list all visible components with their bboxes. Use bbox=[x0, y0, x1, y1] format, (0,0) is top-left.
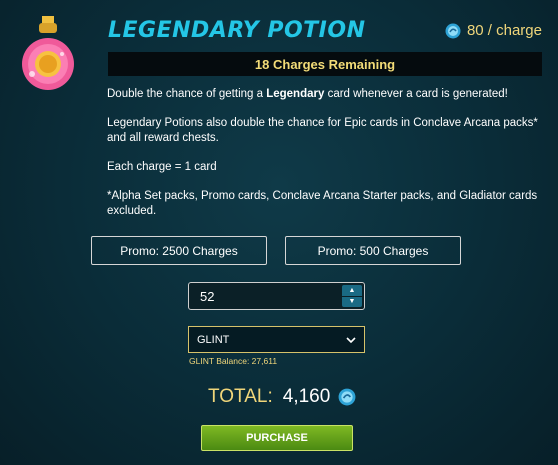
dec-coin-icon bbox=[338, 388, 356, 406]
promo-2500-button[interactable]: Promo: 2500 Charges bbox=[91, 236, 267, 265]
promo-500-button[interactable]: Promo: 500 Charges bbox=[285, 236, 461, 265]
total-label: TOTAL: bbox=[208, 386, 273, 407]
charges-remaining-banner: 18 Charges Remaining bbox=[108, 52, 542, 76]
currency-balance: GLINT Balance: 27,611 bbox=[189, 356, 278, 366]
desc-text: card whenever a card is generated! bbox=[324, 88, 508, 100]
description-line-2: Legendary Potions also double the chance… bbox=[107, 117, 538, 144]
dec-coin-icon bbox=[445, 23, 461, 39]
potion-icon bbox=[18, 16, 78, 94]
total: TOTAL: 4,160 bbox=[208, 386, 356, 408]
stepper-down-icon[interactable]: ▼ bbox=[342, 297, 362, 308]
description: Double the chance of getting a Legendary… bbox=[107, 87, 547, 233]
quantity-stepper[interactable]: ▲ ▼ bbox=[342, 285, 362, 307]
currency-select[interactable]: GLINT bbox=[188, 326, 365, 353]
chevron-down-icon bbox=[346, 335, 356, 344]
purchase-button[interactable]: PURCHASE bbox=[201, 425, 353, 451]
description-line-4: *Alpha Set packs, Promo cards, Conclave … bbox=[107, 190, 538, 217]
currency-selected: GLINT bbox=[197, 333, 230, 346]
stepper-up-icon[interactable]: ▲ bbox=[342, 285, 362, 297]
desc-text: Double the chance of getting a bbox=[107, 88, 267, 100]
description-line-3: Each charge = 1 card bbox=[107, 161, 217, 173]
quantity-value: 52 bbox=[200, 289, 215, 304]
page-title: LEGENDARY POTION bbox=[108, 18, 366, 43]
desc-bold: Legendary bbox=[266, 88, 325, 100]
price-text: 80 / charge bbox=[466, 22, 542, 39]
description-line-1: Double the chance of getting a Legendary… bbox=[107, 87, 547, 102]
quantity-input[interactable]: 52 ▲ ▼ bbox=[188, 282, 365, 310]
total-value: 4,160 bbox=[282, 386, 331, 407]
price-per-charge: 80 / charge bbox=[445, 22, 542, 39]
